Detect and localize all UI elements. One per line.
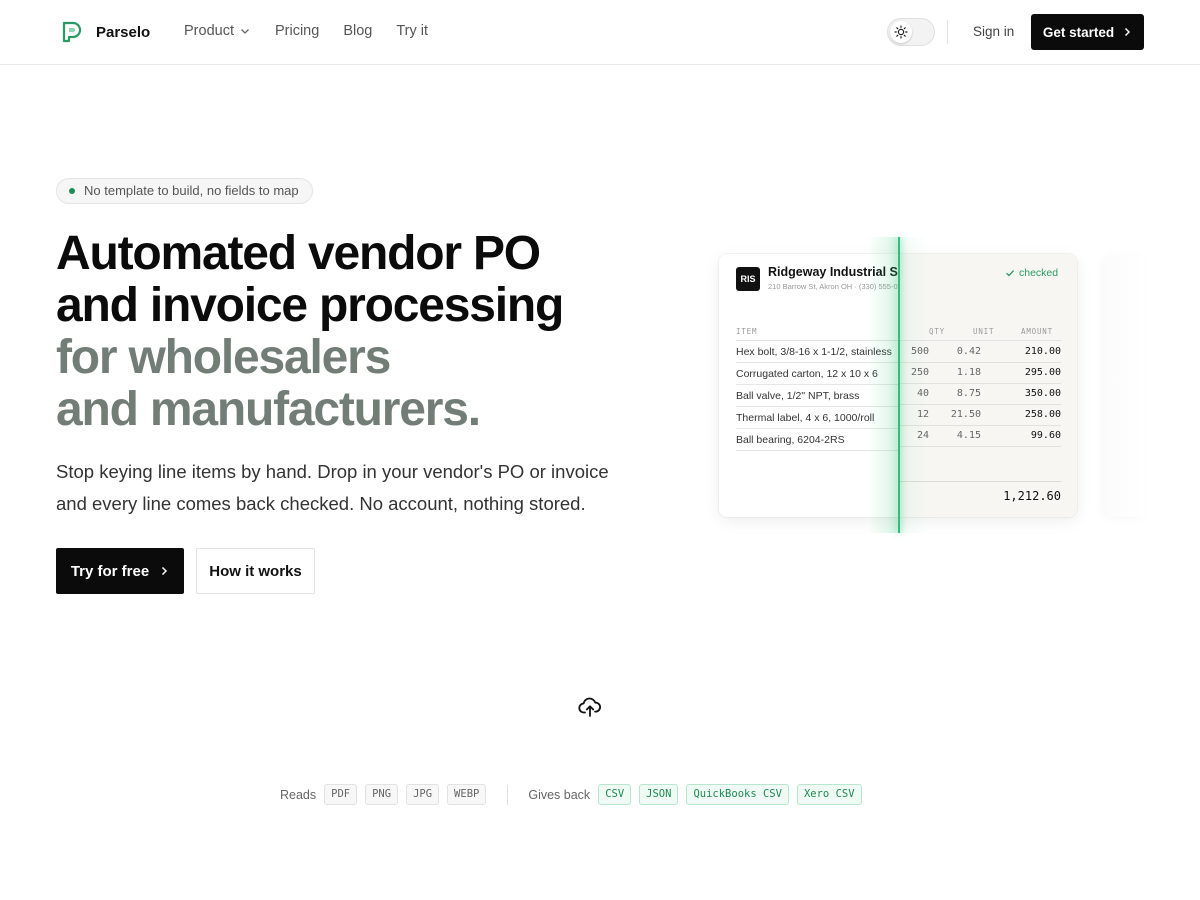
status-text: checked bbox=[1019, 267, 1059, 279]
column-header-amount: AMOUNT bbox=[1021, 327, 1053, 336]
chevron-down-icon bbox=[241, 29, 249, 34]
input-format-chip: WEBP bbox=[447, 784, 487, 805]
hero-title-line-1: Automated vendor PO bbox=[56, 227, 541, 280]
hero-title-muted-line-1: for wholesalers bbox=[56, 331, 391, 384]
row-amount: 210.00 bbox=[1024, 346, 1061, 357]
table-row-item: Corrugated carton, 12 x 10 x 6 bbox=[736, 364, 899, 385]
scan-line bbox=[898, 237, 900, 533]
table-row-values: 40 8.75 350.00 bbox=[899, 384, 1061, 405]
total-divider bbox=[899, 481, 1061, 482]
row-unit: 21.50 bbox=[950, 409, 981, 420]
table-row-item: Ball valve, 1/2" NPT, brass bbox=[736, 386, 899, 407]
nav-links: Product Pricing Blog Try it bbox=[184, 23, 428, 39]
table-row-item: Hex bolt, 3/8-16 x 1-1/2, stainless bbox=[736, 342, 899, 363]
toggle-knob bbox=[890, 21, 912, 43]
table-row-values: 12 21.50 258.00 bbox=[899, 405, 1061, 426]
how-it-works-button[interactable]: How it works bbox=[196, 548, 315, 594]
sun-icon bbox=[894, 25, 908, 39]
format-divider bbox=[507, 784, 509, 805]
output-format-chip: CSV bbox=[598, 784, 632, 805]
chevron-right-icon bbox=[162, 566, 168, 576]
pill-text: No template to build, no fields to map bbox=[84, 183, 299, 198]
row-qty: 40 bbox=[916, 388, 929, 399]
output-format-chip: Xero CSV bbox=[796, 784, 862, 805]
input-format-chip: JPG bbox=[406, 784, 440, 805]
nav-link-try-it[interactable]: Try it bbox=[396, 23, 428, 39]
output-format-chip: QuickBooks CSV bbox=[686, 784, 789, 805]
row-unit: 1.18 bbox=[956, 367, 981, 378]
row-amount: 258.00 bbox=[1024, 409, 1061, 420]
row-unit: 8.75 bbox=[956, 388, 981, 399]
row-amount: 99.60 bbox=[1030, 430, 1061, 441]
next-document-card bbox=[1104, 254, 1144, 517]
table-row-values: 250 1.18 295.00 bbox=[899, 363, 1061, 384]
hero-title-line-2: and invoice processing bbox=[56, 279, 564, 332]
input-format-chip: PDF bbox=[324, 784, 358, 805]
brand-name: Parselo bbox=[96, 23, 151, 41]
theme-toggle[interactable] bbox=[887, 18, 935, 46]
column-header-item: ITEM bbox=[736, 327, 758, 336]
row-qty: 250 bbox=[910, 367, 929, 378]
format-support-row: Reads PDF PNG JPG WEBP Gives back CSV JS… bbox=[280, 784, 870, 805]
status-badge: checked bbox=[1005, 267, 1058, 279]
try-for-free-label: Try for free bbox=[70, 562, 150, 580]
table-row-item: Thermal label, 4 x 6, 1000/roll bbox=[736, 408, 899, 429]
checkmark-icon bbox=[1006, 270, 1015, 277]
status-dot bbox=[69, 188, 75, 194]
chevron-right-icon bbox=[1125, 27, 1131, 37]
row-amount: 350.00 bbox=[1024, 388, 1061, 399]
vendor-name: Ridgeway Industrial Supply bbox=[768, 265, 899, 279]
sign-in-link[interactable]: Sign in bbox=[973, 24, 1014, 39]
get-started-label: Get started bbox=[1042, 24, 1115, 40]
row-amount: 295.00 bbox=[1024, 367, 1061, 378]
cloud-upload-icon[interactable] bbox=[578, 695, 602, 719]
hero-title-muted-line-2: and manufacturers. bbox=[56, 383, 481, 436]
table-row-values: 500 0.42 210.00 bbox=[899, 342, 1061, 363]
parselo-logo-icon bbox=[62, 21, 82, 43]
output-format-chip: JSON bbox=[639, 784, 679, 805]
try-for-free-button[interactable]: Try for free bbox=[56, 548, 184, 594]
nav-divider bbox=[947, 20, 948, 44]
nav-link-blog[interactable]: Blog bbox=[343, 23, 372, 39]
reads-label: Reads bbox=[280, 787, 317, 802]
hero-pill-badge: No template to build, no fields to map bbox=[56, 178, 313, 204]
vendor-address: 210 Barrow St, Akron OH · (330) 555-0142 bbox=[768, 282, 899, 291]
gives-back-label: Gives back bbox=[528, 787, 591, 802]
table-row-item: Ball bearing, 6204-2RS bbox=[736, 430, 899, 451]
top-nav: Parselo Product Pricing Blog Try it Sign… bbox=[0, 0, 1200, 65]
vendor-logo: RIS bbox=[736, 267, 760, 291]
brand-logo[interactable]: Parselo bbox=[60, 20, 150, 44]
row-unit: 4.15 bbox=[956, 430, 981, 441]
nav-link-product[interactable]: Product bbox=[184, 23, 251, 39]
nav-link-label: Product bbox=[184, 23, 234, 39]
column-header-qty: QTY bbox=[929, 327, 945, 336]
row-unit: 0.42 bbox=[956, 346, 981, 357]
hero-subtitle: Stop keying line items by hand. Drop in … bbox=[56, 461, 609, 514]
row-qty: 500 bbox=[910, 346, 929, 357]
row-qty: 12 bbox=[916, 409, 929, 420]
column-header-unit: UNIT bbox=[973, 327, 995, 336]
hero-title: Automated vendor PO and invoice processi… bbox=[56, 227, 564, 436]
table-row-values: 24 4.15 99.60 bbox=[899, 426, 1061, 447]
nav-link-pricing[interactable]: Pricing bbox=[275, 23, 319, 39]
row-qty: 24 bbox=[916, 430, 929, 441]
document-total: 1,212.60 bbox=[1003, 489, 1061, 503]
input-format-chip: PNG bbox=[365, 784, 399, 805]
get-started-button[interactable]: Get started bbox=[1031, 14, 1144, 50]
